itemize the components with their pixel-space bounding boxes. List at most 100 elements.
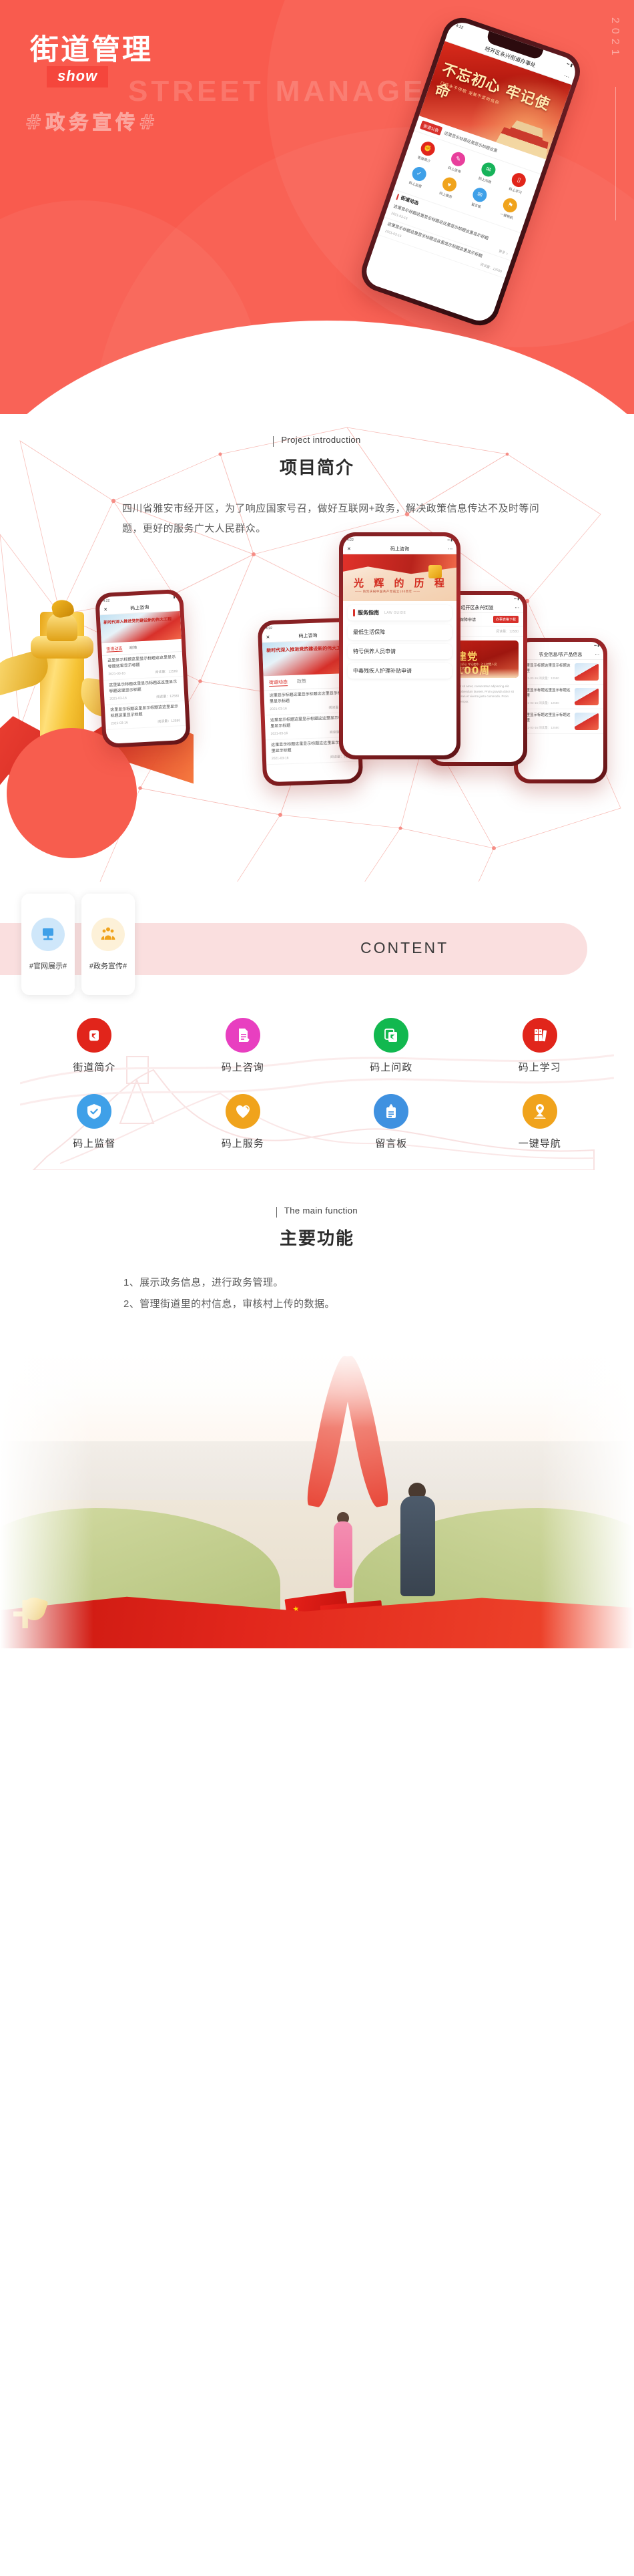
books-icon bbox=[522, 1018, 557, 1053]
more-icon[interactable]: ⋮ bbox=[595, 653, 600, 657]
function-item-ask-gov[interactable]: 码上问政 bbox=[317, 1018, 466, 1074]
close-icon[interactable]: ✕ bbox=[266, 634, 270, 640]
product-text: 这里显示标题这里显示标题这这里 2021-03-16 阅读量：12580 bbox=[523, 688, 571, 705]
phone-nav-bar: 农业信息/农产品信息 ⋮ bbox=[518, 650, 603, 660]
more-icon[interactable]: ⋮ bbox=[563, 73, 571, 79]
phone-nav-title: 经开区永兴街道 bbox=[460, 606, 494, 610]
tab-street-news[interactable]: 街道动态 bbox=[268, 679, 288, 687]
intro-title: 项目简介 bbox=[279, 458, 354, 478]
phone-grid-item[interactable]: ⚑ 一键导航 bbox=[491, 194, 528, 224]
phone-banner-image: 新时代深入推进党的建设新的伟大工程 bbox=[99, 610, 182, 644]
function-item-message-board[interactable]: 留言板 bbox=[317, 1094, 466, 1150]
function-label: 留言板 bbox=[375, 1138, 408, 1149]
phone-grid-item[interactable]: ▯ 码上学习 bbox=[499, 168, 537, 198]
phone-nav-bar: ✕ 码上咨询 ⋮ bbox=[343, 544, 456, 554]
books-icon: ▯ bbox=[510, 171, 529, 190]
shield-check-icon-svg bbox=[87, 1104, 101, 1119]
product-meta: 2021-03-16 阅读量：12580 bbox=[523, 725, 559, 729]
product-thumbnail bbox=[575, 713, 599, 730]
download-form-button[interactable]: 办事表格下载 bbox=[493, 616, 519, 623]
service-guide-subtitle: LAW GUIDE bbox=[384, 610, 406, 615]
folder-emblem-icon-svg bbox=[384, 1029, 398, 1042]
product-list-item[interactable]: 这里显示标题这里显示标题这这里 2021-03-16 阅读量：12580 bbox=[518, 709, 603, 734]
clipboard-icon: ✉ bbox=[470, 186, 489, 204]
list-item-views: 阅读量：12580 bbox=[157, 719, 181, 724]
showcase-phone-center-screen: 4:22 ▪▪ ▮ ✕ 码上咨询 ⋮ 光 辉 的 历 程 —— 热烈庆祝中国共产… bbox=[343, 536, 456, 755]
product-list-item[interactable]: 这里显示标题这里显示标题这这里 2021-03-16 阅读量：12580 bbox=[518, 685, 603, 709]
function-item-consult[interactable]: 码上咨询 bbox=[169, 1018, 318, 1074]
main-function-item: 2、管理街道里的村信息，审核村上传的数据。 bbox=[123, 1298, 335, 1310]
list-item-title: 这里显示标题这里显示标题这这里显示标题这里显示标题 bbox=[107, 655, 176, 669]
hero-show-badge: show bbox=[47, 66, 109, 87]
more-icon[interactable]: ⋮ bbox=[448, 547, 453, 552]
function-item-navigation[interactable]: 一键导航 bbox=[466, 1094, 615, 1150]
list-item[interactable]: 这里显示标题这里显示标题这这里显示标题这里显示标题 2021-03-16 阅读量… bbox=[101, 651, 184, 681]
close-icon[interactable]: ✕ bbox=[347, 546, 351, 552]
shield-check-icon bbox=[77, 1094, 112, 1129]
list-item[interactable]: 这里显示标题这里显示标题这这里显示标题这里显示标题 2021-03-16 阅读量… bbox=[104, 701, 186, 731]
showcase-phone-far-right: ▪▪ ▮ 农业信息/农产品信息 ⋮ 这里显示标题这里显示标题这这里 2021-0… bbox=[514, 638, 607, 783]
main-function-header: The main function 主要功能 bbox=[0, 1205, 634, 1250]
folder-emblem-icon bbox=[374, 1018, 409, 1053]
function-label: 码上学习 bbox=[518, 1062, 561, 1073]
list-item-meta: 2021-03-16 阅读量：12580 bbox=[111, 718, 180, 726]
list-item-date: 2021-03-16 bbox=[270, 707, 288, 712]
heart-hands-icon-svg bbox=[236, 1105, 250, 1118]
showcase-phone-center: 4:22 ▪▪ ▮ ✕ 码上咨询 ⋮ 光 辉 的 历 程 —— 热烈庆祝中国共产… bbox=[339, 532, 460, 759]
product-list-item[interactable]: 这里显示标题这里显示标题这这里 2021-03-16 阅读量：12580 bbox=[518, 660, 603, 685]
heart-hands-icon bbox=[225, 1094, 260, 1129]
monitor-icon-svg bbox=[43, 928, 53, 940]
status-time: 4:22 bbox=[266, 626, 272, 631]
banner-title: 光 辉 的 历 程 bbox=[354, 577, 448, 589]
tab-policy[interactable]: 政策 bbox=[129, 644, 137, 651]
content-badges: #官网展示# #政务宣传# bbox=[0, 894, 634, 995]
service-row[interactable]: 特亏供养人员申请 bbox=[348, 644, 452, 659]
product-title: 这里显示标题这里显示标题这这里 bbox=[523, 713, 571, 723]
status-icons: ▪▪ ▮ bbox=[566, 62, 573, 68]
section-accent-bar bbox=[353, 609, 355, 616]
close-icon[interactable]: ✕ bbox=[103, 607, 107, 612]
list-item[interactable]: 这里显示标题这里显示标题这这里显示标题这里显示标题 2021-03-16 阅读量… bbox=[103, 676, 185, 706]
clipboard-icon-svg bbox=[386, 1104, 396, 1118]
people-icon-svg bbox=[101, 927, 115, 940]
main-function-section: The main function 主要功能 1、展示政务信息，进行政务管理。 … bbox=[0, 1173, 634, 1341]
more-icon[interactable]: ⋮ bbox=[515, 606, 520, 610]
section-accent-bar bbox=[396, 193, 400, 200]
product-text: 这里显示标题这里显示标题这这里 2021-03-16 阅读量：12580 bbox=[523, 663, 571, 681]
list-item-meta: 2021-03-16 阅读量：12580 bbox=[109, 693, 179, 701]
footer-left-fade bbox=[0, 1341, 93, 1648]
product-meta: 2021-03-16 阅读量：12580 bbox=[523, 701, 559, 705]
fist-emblem-icon bbox=[77, 1018, 112, 1053]
list-item-date: 2021-03-16 bbox=[108, 671, 126, 677]
monitor-icon bbox=[31, 918, 65, 951]
badge-card-gov-promotion[interactable]: #政务宣传# bbox=[81, 894, 135, 995]
location-pin-icon bbox=[522, 1094, 557, 1129]
location-pin-icon-svg bbox=[533, 1104, 546, 1119]
tab-street-news[interactable]: 街道动态 bbox=[106, 645, 123, 653]
status-icons: ▪▪ ▮ bbox=[514, 597, 519, 601]
service-row[interactable]: 中毒残疾人护理补贴申请 bbox=[348, 663, 452, 679]
main-function-list: 1、展示政务信息，进行政务管理。 2、管理街道里的村信息，审核村上传的数据。 bbox=[83, 1272, 551, 1314]
badge-card-official-site[interactable]: #官网展示# bbox=[21, 894, 75, 995]
main-function-item: 1、展示政务信息，进行政务管理。 bbox=[123, 1277, 284, 1288]
content-section: #官网展示# #政务宣传# CONTENT 街道简介 码上咨询 码上问政 码上学… bbox=[0, 882, 634, 1173]
list-item-title: 这里显示标题这里显示标题这这里显示标题这里显示标题 bbox=[109, 680, 178, 694]
status-icons: ▪▪ ▮ bbox=[594, 644, 599, 648]
function-label: 码上咨询 bbox=[221, 1062, 264, 1073]
footer-photo-section: ★ ★ ★ bbox=[0, 1341, 634, 1648]
service-row-label: 最低生活保障 bbox=[353, 629, 385, 635]
function-item-study[interactable]: 码上学习 bbox=[466, 1018, 615, 1074]
banner-title: 新时代深入推进党的建设新的伟大工程 bbox=[103, 617, 172, 625]
page-title: 街道管理 bbox=[30, 33, 153, 67]
service-row[interactable]: 最低生活保障 bbox=[348, 624, 452, 640]
function-item-service[interactable]: 码上服务 bbox=[169, 1094, 318, 1150]
function-label: 码上监督 bbox=[73, 1138, 116, 1149]
clipboard-icon bbox=[374, 1094, 409, 1129]
service-row-label: 中毒残疾人护理补贴申请 bbox=[353, 668, 412, 674]
banner-subtitle: —— 热烈庆祝中国共产党成立100周年 —— bbox=[355, 590, 420, 593]
function-item-street-intro[interactable]: 街道简介 bbox=[20, 1018, 169, 1074]
tab-policy[interactable]: 政策 bbox=[297, 678, 306, 685]
function-grid-wrapper: 街道简介 码上咨询 码上问政 码上学习 码上监督 码上服务 留言板 一键导航 bbox=[0, 1018, 634, 1170]
function-item-supervise[interactable]: 码上监督 bbox=[20, 1094, 169, 1150]
footer-right-fade bbox=[541, 1341, 634, 1648]
